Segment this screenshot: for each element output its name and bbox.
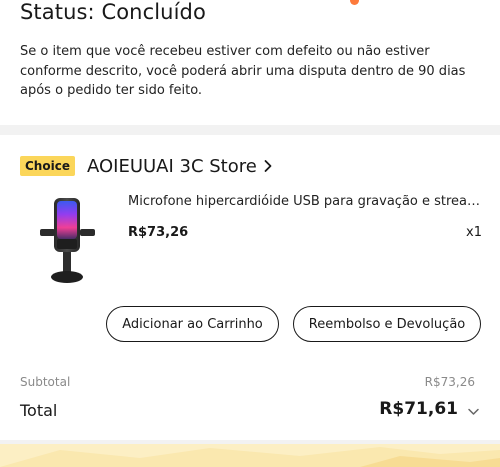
total-label: Total bbox=[20, 401, 58, 420]
refund-return-button[interactable]: Reembolso e Devolução bbox=[293, 306, 481, 342]
status-indicator-dot bbox=[350, 0, 359, 5]
order-card: Choice AOIEUUAI 3C Store Microfone hiper… bbox=[0, 135, 500, 440]
total-row[interactable]: Total R$71,61 bbox=[20, 399, 480, 425]
order-detail-page: Status: Concluído Se o item que você rec… bbox=[0, 0, 500, 467]
promo-banner[interactable] bbox=[0, 444, 500, 467]
chevron-right-icon[interactable] bbox=[261, 159, 275, 173]
subtotal-label: Subtotal bbox=[20, 375, 71, 389]
store-name[interactable]: AOIEUUAI 3C Store bbox=[87, 156, 257, 177]
status-section: Status: Concluído Se o item que você rec… bbox=[0, 0, 500, 125]
choice-badge: Choice bbox=[20, 156, 75, 176]
section-divider bbox=[0, 125, 500, 135]
banner-decoration bbox=[0, 447, 500, 467]
store-header[interactable]: Choice AOIEUUAI 3C Store bbox=[20, 154, 275, 178]
product-image[interactable] bbox=[20, 191, 110, 291]
subtotal-value: R$73,26 bbox=[424, 375, 475, 389]
status-title: Status: Concluído bbox=[20, 0, 206, 24]
subtotal-row: Subtotal R$73,26 bbox=[20, 375, 475, 393]
status-description: Se o item que você recebeu estiver com d… bbox=[20, 44, 466, 98]
product-price: R$73,26 bbox=[128, 225, 189, 240]
total-value: R$71,61 bbox=[379, 399, 458, 419]
chevron-down-icon[interactable] bbox=[467, 405, 480, 418]
product-quantity: x1 bbox=[466, 225, 482, 240]
product-title[interactable]: Microfone hipercardióide USB para gravaç… bbox=[128, 194, 483, 209]
add-to-cart-button[interactable]: Adicionar ao Carrinho bbox=[106, 306, 279, 342]
